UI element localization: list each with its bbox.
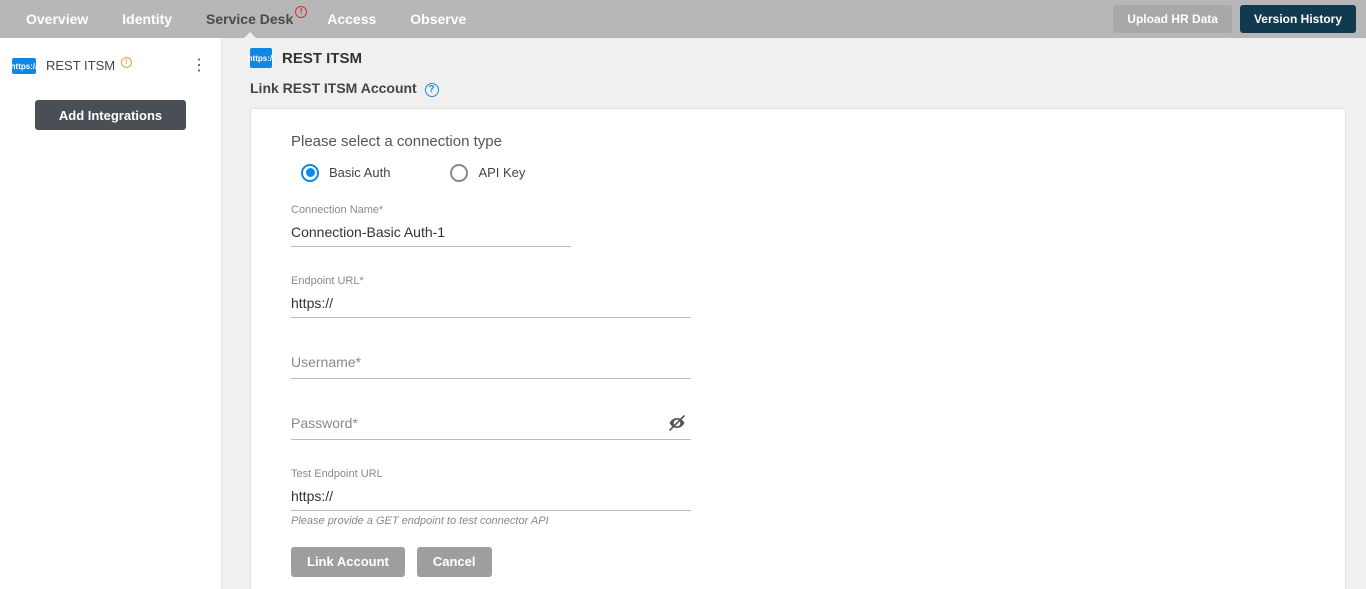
field-test-endpoint: Test Endpoint URL Please provide a GET e…: [291, 468, 691, 527]
page-subtitle: Link REST ITSM Account ?: [250, 80, 1346, 98]
sidebar-item-text: REST ITSM: [46, 58, 115, 73]
help-icon[interactable]: ?: [425, 83, 439, 97]
subtitle-text: Link REST ITSM Account: [250, 80, 417, 96]
radio-icon: [450, 164, 468, 182]
tab-identity[interactable]: Identity: [106, 0, 188, 38]
toggle-password-visibility-icon[interactable]: [667, 413, 687, 436]
sidebar-item-rest-itsm[interactable]: https:// REST ITSM ⋮: [0, 50, 221, 82]
endpoint-url-input[interactable]: [291, 289, 691, 318]
radio-icon: [301, 164, 319, 182]
sidebar-item-label: REST ITSM: [46, 58, 179, 74]
field-label: Endpoint URL*: [291, 275, 691, 287]
top-nav: Overview Identity Service Desk Access Ob…: [0, 0, 1366, 38]
tab-access[interactable]: Access: [311, 0, 392, 38]
cancel-button[interactable]: Cancel: [417, 547, 492, 577]
test-endpoint-input[interactable]: [291, 482, 691, 511]
form-actions: Link Account Cancel: [291, 547, 1305, 577]
tab-label: Identity: [122, 11, 172, 27]
radio-label: Basic Auth: [329, 165, 390, 180]
sidebar: https:// REST ITSM ⋮ Add Integrations: [0, 38, 222, 589]
version-history-button[interactable]: Version History: [1240, 5, 1356, 33]
tab-service-desk[interactable]: Service Desk: [190, 0, 309, 38]
password-input[interactable]: [291, 407, 691, 440]
link-account-button[interactable]: Link Account: [291, 547, 405, 577]
field-password: Password*: [291, 407, 691, 440]
form-card: Please select a connection type Basic Au…: [250, 108, 1346, 589]
field-endpoint-url: Endpoint URL*: [291, 275, 691, 318]
page-title: REST ITSM: [282, 50, 362, 67]
tab-label: Overview: [26, 11, 88, 27]
tab-observe[interactable]: Observe: [394, 0, 482, 38]
tab-label: Access: [327, 11, 376, 27]
upload-hr-data-button[interactable]: Upload HR Data: [1113, 5, 1232, 33]
tab-label: Observe: [410, 11, 466, 27]
warning-icon: [121, 57, 132, 68]
field-username: Username*: [291, 346, 691, 379]
https-badge-icon: https://: [12, 58, 36, 74]
radio-api-key[interactable]: API Key: [450, 164, 525, 182]
field-helper-text: Please provide a GET endpoint to test co…: [291, 515, 691, 527]
tab-label: Service Desk: [206, 11, 293, 27]
radio-label: API Key: [478, 165, 525, 180]
field-connection-name: Connection Name*: [291, 204, 571, 247]
connection-name-input[interactable]: [291, 218, 571, 247]
tab-overview[interactable]: Overview: [10, 0, 104, 38]
kebab-menu-icon[interactable]: ⋮: [189, 58, 209, 74]
main-panel: https:// REST ITSM Link REST ITSM Accoun…: [222, 38, 1366, 589]
form-prompt: Please select a connection type: [291, 133, 1305, 150]
connection-type-radios: Basic Auth API Key: [291, 164, 1305, 182]
alert-icon: [295, 6, 307, 18]
nav-tabs: Overview Identity Service Desk Access Ob…: [10, 0, 482, 38]
add-integrations-button[interactable]: Add Integrations: [35, 100, 186, 130]
page-header: https:// REST ITSM: [250, 42, 1346, 80]
content: https:// REST ITSM ⋮ Add Integrations ht…: [0, 38, 1366, 589]
field-label: Connection Name*: [291, 204, 571, 216]
radio-basic-auth[interactable]: Basic Auth: [301, 164, 390, 182]
username-input[interactable]: [291, 346, 691, 379]
https-badge-icon: https://: [250, 48, 272, 68]
field-label: Test Endpoint URL: [291, 468, 691, 480]
